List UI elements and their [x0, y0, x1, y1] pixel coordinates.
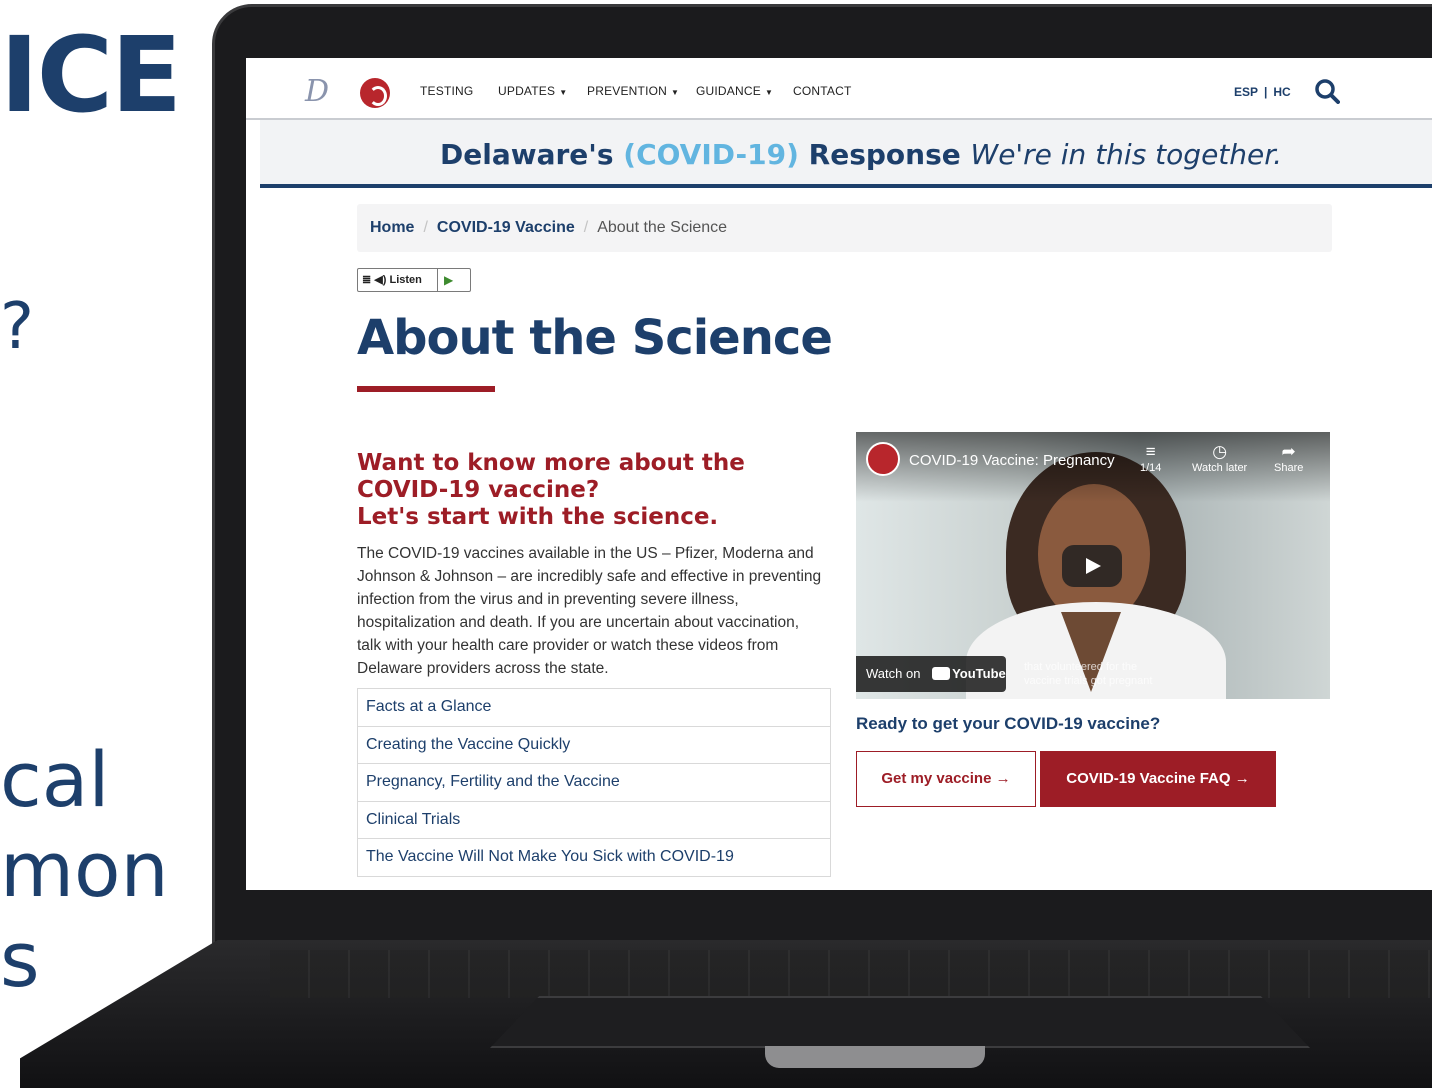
share-button[interactable]: ➦ Share	[1274, 442, 1303, 474]
topic-link-not-sick[interactable]: The Vaccine Will Not Make You Sick with …	[357, 839, 831, 877]
laptop-trackpad	[490, 996, 1310, 1048]
caret-down-icon: ▼	[671, 88, 680, 97]
channel-avatar-icon[interactable]	[866, 442, 900, 476]
get-my-vaccine-button[interactable]: Get my vaccine →	[856, 751, 1036, 807]
search-icon[interactable]	[1314, 78, 1340, 104]
video-title[interactable]: COVID-19 Vaccine: Pregnancy	[909, 452, 1115, 469]
banner-response: Response	[798, 138, 971, 171]
nav-updates[interactable]: UPDATES ▼	[498, 84, 567, 98]
nav-contact[interactable]: CONTACT	[793, 84, 852, 98]
watch-on-label: Watch on	[866, 666, 921, 681]
nav-updates-label: UPDATES	[498, 84, 556, 98]
dph-logo-icon[interactable]	[360, 78, 390, 108]
intro-heading-line: Let's start with the science.	[357, 504, 719, 530]
lang-esp-link[interactable]: ESP	[1234, 85, 1258, 99]
listen-label: Listen	[389, 274, 422, 286]
breadcrumb-separator: /	[423, 219, 428, 236]
nav-prevention[interactable]: PREVENTION ▼	[587, 84, 679, 98]
youtube-logo: YouTube	[932, 656, 1006, 692]
caret-down-icon: ▼	[559, 88, 568, 97]
delaware-logo-icon[interactable]: D	[300, 74, 334, 110]
science-topic-list: Facts at a Glance Creating the Vaccine Q…	[357, 688, 831, 877]
intro-heading-line: COVID-19 vaccine?	[357, 477, 600, 503]
video-subtitle: that volunteered for the vaccine trials …	[1024, 661, 1153, 687]
lang-separator: |	[1264, 85, 1268, 99]
banner-delaware: Delaware's	[440, 138, 624, 171]
intro-paragraph: The COVID-19 vaccines available in the U…	[357, 545, 822, 677]
slide-glyph-fragment: ?	[0, 290, 34, 364]
breadcrumb-vaccine[interactable]: COVID-19 Vaccine	[437, 219, 575, 236]
banner-tagline: We're in this together.	[970, 138, 1283, 171]
nav-guidance[interactable]: GUIDANCE ▼	[696, 84, 773, 98]
share-label: Share	[1274, 462, 1304, 474]
cta-heading: Ready to get your COVID-19 vaccine?	[856, 714, 1161, 733]
share-icon: ➦	[1281, 442, 1296, 461]
breadcrumb-home[interactable]: Home	[370, 219, 414, 236]
youtube-play-icon	[932, 667, 951, 680]
intro-heading-line: Want to know more about the	[357, 450, 745, 476]
breadcrumb-current: About the Science	[597, 219, 728, 236]
topic-link-clinical-trials[interactable]: Clinical Trials	[357, 801, 831, 840]
laptop-notch	[765, 1046, 985, 1068]
watch-later-label: Watch later	[1192, 462, 1248, 474]
laptop-keyboard	[270, 950, 1432, 998]
watch-on-youtube-button[interactable]: Watch on YouTube	[856, 656, 1006, 692]
watch-later-button[interactable]: ◷ Watch later	[1192, 442, 1247, 474]
playlist-button[interactable]: ≡ 1/14	[1140, 442, 1161, 474]
playlist-count: 1/14	[1140, 462, 1162, 474]
listen-widget: ≣ ◀) Listen ▶	[357, 268, 471, 292]
intro-heading: Want to know more about the COVID-19 vac…	[357, 450, 827, 531]
banner-text: Delaware's (COVID-19) Response We're in …	[440, 138, 1282, 171]
laptop-base	[20, 940, 1432, 1088]
breadcrumb: Home / COVID-19 Vaccine / About the Science	[357, 204, 1332, 252]
clock-icon: ◷	[1212, 442, 1228, 461]
menu-icon: ≣	[362, 274, 372, 286]
laptop-screen: D TESTING UPDATES ▼ PREVENTION ▼ GUIDANCE ▼…	[246, 58, 1432, 890]
nav-prevention-label: PREVENTION	[587, 84, 668, 98]
slide-text-line: mon	[0, 825, 169, 914]
title-underline	[357, 384, 495, 390]
caret-down-icon: ▼	[764, 88, 774, 97]
language-switcher: ESP | HC	[1234, 85, 1291, 99]
lang-hc-link[interactable]: HC	[1273, 85, 1290, 99]
topic-link-creating-vaccine[interactable]: Creating the Vaccine Quickly	[357, 726, 831, 765]
slide-text-line: cal	[0, 735, 110, 824]
speaker-icon: ◀)	[374, 274, 387, 286]
nav-guidance-label: GUIDANCE	[696, 84, 761, 98]
covid-response-banner: Delaware's (COVID-19) Response We're in …	[260, 120, 1432, 188]
slide-heading-fragment: ICE	[0, 14, 182, 136]
listen-button[interactable]: ≣ ◀) Listen	[358, 269, 438, 291]
play-icon[interactable]: ▶	[444, 273, 453, 287]
site-navbar: D TESTING UPDATES ▼ PREVENTION ▼ GUIDANCE ▼…	[246, 58, 1432, 120]
video-player[interactable]: COVID-19 Vaccine: Pregnancy ≡ 1/14 ◷ Wat…	[856, 432, 1330, 699]
youtube-label: YouTube	[952, 666, 1006, 681]
topic-link-facts[interactable]: Facts at a Glance	[357, 689, 831, 727]
nav-testing[interactable]: TESTING	[420, 84, 473, 98]
play-button[interactable]	[1062, 545, 1122, 587]
page-title: About the Science	[357, 310, 833, 366]
breadcrumb-separator: /	[583, 219, 589, 236]
banner-covid: (COVID-19)	[623, 138, 799, 171]
playlist-icon: ≡	[1145, 442, 1156, 461]
vaccine-faq-button[interactable]: COVID-19 Vaccine FAQ →	[1040, 751, 1276, 807]
topic-link-pregnancy[interactable]: Pregnancy, Fertility and the Vaccine	[357, 764, 831, 802]
